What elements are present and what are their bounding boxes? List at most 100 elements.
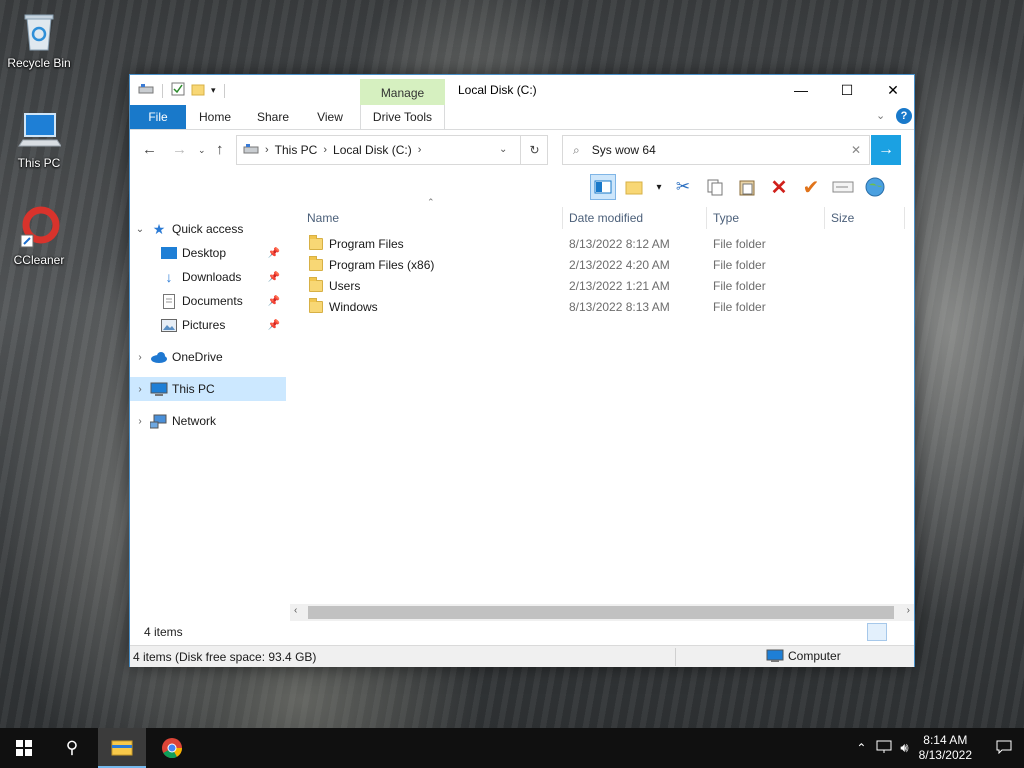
paste-button[interactable] <box>734 174 760 200</box>
breadcrumb-separator[interactable]: › <box>418 144 422 156</box>
scroll-right-icon[interactable]: › <box>907 605 910 616</box>
clear-search-icon[interactable]: ✕ <box>851 143 861 157</box>
new-folder-icon[interactable] <box>191 82 205 99</box>
explorer-window: ▾ Manage Local Disk (C:) — ☐ ✕ File Home… <box>129 74 915 667</box>
refresh-button[interactable]: ↻ <box>520 135 548 165</box>
show-hidden-icons-icon[interactable]: ⌃ <box>856 741 866 755</box>
horizontal-scrollbar[interactable]: ‹ › <box>290 604 914 621</box>
network-status-icon[interactable] <box>876 740 892 757</box>
breadcrumb-separator[interactable]: › <box>265 144 269 156</box>
properties-button[interactable] <box>830 174 856 200</box>
volume-icon[interactable]: 🔊︎ <box>900 740 908 756</box>
column-header-type[interactable]: Type <box>707 207 825 229</box>
action-center-button[interactable] <box>984 740 1024 757</box>
drive-icon <box>243 143 259 158</box>
quick-access-toolbar: ▾ <box>138 82 227 99</box>
details-view-button[interactable] <box>867 623 887 641</box>
start-button[interactable] <box>0 728 48 768</box>
close-icon: ✕ <box>887 81 899 98</box>
nav-item-downloads[interactable]: ↓ Downloads 📌 <box>130 265 286 289</box>
folder-icon <box>309 235 323 251</box>
desktop-icon-recycle-bin[interactable]: Recycle Bin <box>1 8 77 70</box>
nav-item-this-pc[interactable]: › This PC <box>130 377 286 401</box>
table-row[interactable]: Program Files 8/13/2022 8:12 AM File fol… <box>301 233 901 254</box>
address-bar[interactable]: › This PC › Local Disk (C:) › ⌄ <box>236 135 548 165</box>
forward-button[interactable]: → <box>172 141 187 158</box>
file-name: Program Files <box>329 236 404 251</box>
help-icon[interactable]: ? <box>896 108 912 124</box>
recent-locations-button[interactable]: ⌄ <box>198 145 206 156</box>
delete-button[interactable]: ✕ <box>766 174 792 200</box>
maximize-button[interactable]: ☐ <box>824 75 870 105</box>
tab-share[interactable]: Share <box>250 105 296 129</box>
file-name: Users <box>329 278 361 293</box>
open-in-browser-button[interactable] <box>862 174 888 200</box>
computer-icon <box>150 381 168 397</box>
pin-icon: 📌 <box>267 247 280 259</box>
nav-item-pictures[interactable]: Pictures 📌 <box>130 313 286 337</box>
folder-icon <box>309 277 323 293</box>
column-header-size[interactable]: Size <box>825 207 905 229</box>
delete-icon: ✕ <box>770 176 788 199</box>
column-header-date-modified[interactable]: Date modified <box>563 207 707 229</box>
scissors-icon: ✂ <box>675 177 691 196</box>
up-button[interactable]: ↑ <box>216 141 224 158</box>
search-go-button[interactable]: → <box>871 135 901 165</box>
new-folder-button[interactable] <box>622 174 648 200</box>
breadcrumb-this-pc[interactable]: This PC <box>275 143 318 157</box>
cut-button[interactable]: ✂ <box>670 174 696 200</box>
breadcrumb-separator[interactable]: › <box>323 144 327 156</box>
clock[interactable]: 8:14 AM 8/13/2022 <box>919 733 972 763</box>
address-dropdown-icon[interactable]: ⌄ <box>499 144 507 155</box>
computer-icon <box>766 649 784 662</box>
breadcrumb-local-disk[interactable]: Local Disk (C:) <box>333 143 412 157</box>
back-button[interactable]: ← <box>142 141 157 158</box>
large-icons-view-button[interactable] <box>889 623 909 641</box>
scroll-left-icon[interactable]: ‹ <box>294 605 297 616</box>
nav-item-documents[interactable]: Documents 📌 <box>130 289 286 313</box>
tab-drive-tools[interactable]: Drive Tools <box>360 105 445 129</box>
scrollbar-thumb[interactable] <box>308 606 894 619</box>
search-button[interactable]: ⚲ <box>48 728 96 768</box>
tab-view[interactable]: View <box>308 105 352 129</box>
tab-home[interactable]: Home <box>192 105 238 129</box>
nav-item-quick-access[interactable]: ⌄ ★ Quick access <box>130 217 286 241</box>
close-button[interactable]: ✕ <box>870 75 916 105</box>
nav-item-label: Pictures <box>182 318 226 332</box>
collapsed-chevron-icon[interactable]: › <box>130 352 150 363</box>
desktop-icon-ccleaner[interactable]: CCleaner <box>1 205 77 267</box>
documents-icon <box>160 293 178 309</box>
column-header-name[interactable]: Name <box>301 207 563 229</box>
folder-icon <box>309 298 323 314</box>
taskbar-chrome[interactable] <box>148 728 196 768</box>
collapsed-chevron-icon[interactable]: › <box>130 416 150 427</box>
table-row[interactable]: Program Files (x86) 2/13/2022 4:20 AM Fi… <box>301 254 901 275</box>
tab-manage[interactable]: Manage <box>360 79 445 105</box>
table-row[interactable]: Users 2/13/2022 1:21 AM File folder <box>301 275 901 296</box>
pin-icon: 📌 <box>267 271 280 283</box>
new-item-dropdown-icon[interactable]: ▾ <box>654 174 664 200</box>
tab-file[interactable]: File <box>130 105 186 129</box>
copy-button[interactable] <box>702 174 728 200</box>
search-box[interactable]: ⌕ Sys wow 64 ✕ <box>562 135 870 165</box>
status-text: 4 items (Disk free space: 93.4 GB) <box>133 650 317 664</box>
preview-pane-button[interactable] <box>590 174 616 200</box>
minimize-button[interactable]: — <box>778 75 824 105</box>
navigation-pane: ⌄ ★ Quick access Desktop 📌 ↓ Downloads 📌… <box>130 203 290 619</box>
nav-item-network[interactable]: › Network <box>130 409 286 433</box>
desktop-icon-this-pc[interactable]: This PC <box>1 108 77 170</box>
collapsed-chevron-icon[interactable]: › <box>130 384 150 395</box>
properties-icon[interactable] <box>171 82 185 99</box>
nav-item-onedrive[interactable]: › OneDrive <box>130 345 286 369</box>
nav-item-desktop[interactable]: Desktop 📌 <box>130 241 286 265</box>
desktop-icon <box>160 245 178 261</box>
table-row[interactable]: Windows 8/13/2022 8:13 AM File folder <box>301 296 901 317</box>
clock-date: 8/13/2022 <box>918 748 972 762</box>
rename-button[interactable]: ✔ <box>798 174 824 200</box>
taskbar-file-explorer[interactable] <box>98 728 146 768</box>
expanded-chevron-icon[interactable]: ⌄ <box>130 224 150 235</box>
qat-dropdown-icon[interactable]: ▾ <box>211 85 216 96</box>
ribbon-expand-icon[interactable]: ⌄ <box>876 109 885 122</box>
search-input[interactable]: Sys wow 64 <box>592 143 656 157</box>
copy-icon <box>707 179 723 196</box>
